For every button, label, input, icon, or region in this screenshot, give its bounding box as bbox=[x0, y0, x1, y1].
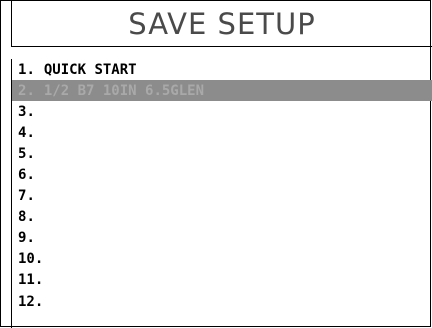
setup-slot-row[interactable]: 4 bbox=[12, 122, 432, 143]
slot-number: 2 bbox=[18, 83, 35, 99]
slot-number: 10 bbox=[18, 251, 43, 267]
setup-slot-row[interactable]: 6 bbox=[12, 164, 432, 185]
setup-slot-row[interactable]: 3 bbox=[12, 101, 432, 122]
slot-number: 4 bbox=[18, 125, 35, 141]
setup-slot-row[interactable]: 1 QUICK START bbox=[12, 59, 432, 80]
slot-number: 11 bbox=[18, 272, 43, 288]
setup-slot-row[interactable]: 2 1/2 B7 10IN 6.5GLEN bbox=[12, 80, 432, 102]
setup-slot-row[interactable]: 10 bbox=[12, 249, 432, 270]
setup-slot-list: 1 QUICK START 2 1/2 B7 10IN 6.5GLEN 3 4 5 6 7 8 9 1… bbox=[11, 59, 432, 328]
slot-number: 7 bbox=[18, 188, 35, 204]
slot-number: 1 bbox=[18, 62, 35, 78]
setup-slot-row[interactable]: 7 bbox=[12, 186, 432, 207]
title-bar: SAVE SETUP bbox=[11, 1, 432, 47]
slot-number: 9 bbox=[18, 230, 35, 246]
slot-number: 5 bbox=[18, 146, 35, 162]
slot-name: QUICK START bbox=[43, 61, 137, 78]
slot-name: 1/2 B7 10IN 6.5GLEN bbox=[43, 82, 205, 99]
save-setup-screen: SAVE SETUP 1 QUICK START 2 1/2 B7 10IN 6.5G… bbox=[0, 0, 432, 328]
slot-number: 3 bbox=[18, 104, 35, 120]
slot-number: 12 bbox=[18, 294, 43, 310]
setup-slot-row[interactable]: 5 bbox=[12, 143, 432, 164]
setup-slot-row[interactable]: 12 bbox=[12, 291, 432, 312]
slot-number: 8 bbox=[18, 209, 35, 225]
setup-slot-row[interactable]: 9 bbox=[12, 228, 432, 249]
setup-slot-row[interactable]: 11 bbox=[12, 270, 432, 291]
page-title: SAVE SETUP bbox=[128, 7, 316, 41]
setup-slot-row[interactable]: 8 bbox=[12, 207, 432, 228]
slot-number: 6 bbox=[18, 167, 35, 183]
